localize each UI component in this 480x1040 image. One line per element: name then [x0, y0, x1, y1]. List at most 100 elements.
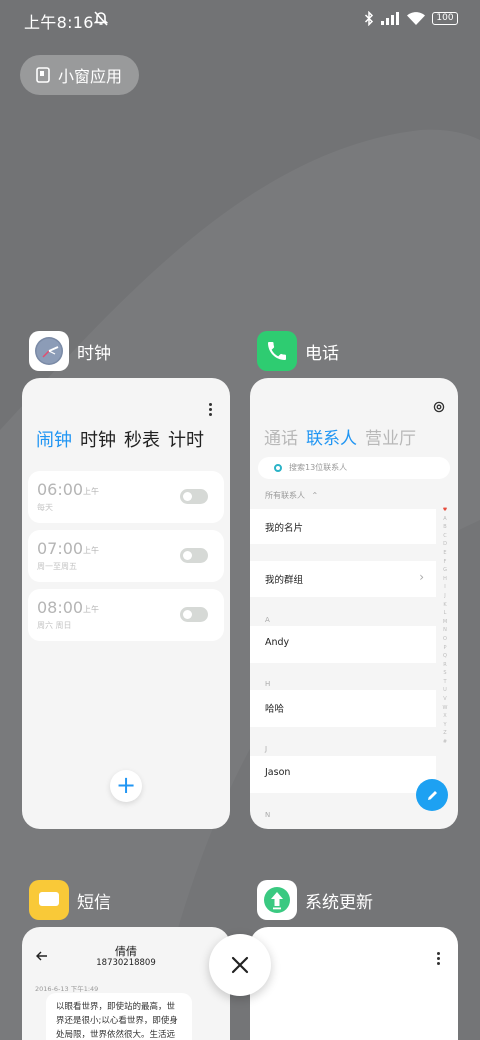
alarm-time: 06:00 — [37, 480, 84, 499]
message-line: 界还是很小;以心看世界，即使身 — [56, 1016, 178, 1026]
alphabet-letter[interactable]: E — [442, 549, 448, 558]
tab-contacts[interactable]: 联系人 — [306, 424, 357, 449]
alphabet-letter[interactable]: M — [442, 618, 448, 627]
alarm-ampm: 上午 — [83, 546, 99, 555]
message-line: 以眼看世界，即使站的最高，世 — [56, 1002, 176, 1012]
alarm-ampm: 上午 — [83, 605, 99, 614]
clear-all-button[interactable] — [209, 934, 271, 996]
alarm-time: 08:00 — [37, 598, 84, 617]
alphabet-letter[interactable]: A — [442, 515, 448, 524]
sms-timestamp: 2016-6-13 下午1:49 — [35, 985, 99, 993]
all-contacts-filter[interactable]: 所有联系人 ⌃ — [265, 490, 318, 501]
alphabet-letter[interactable]: Q — [442, 652, 448, 661]
tab-service-hall[interactable]: 营业厅 — [365, 424, 416, 449]
alphabet-letter[interactable]: Z — [442, 729, 448, 738]
alphabet-letter[interactable]: B — [442, 523, 448, 532]
add-alarm-button[interactable]: + — [110, 770, 142, 802]
alphabet-letter[interactable]: H — [442, 575, 448, 584]
sms-contact-name: 倩倩 — [115, 945, 137, 958]
message-bubble: 以眼看世界，即使站的最高，世 界还是很小;以心看世界，即使身 处局限，世界依然很… — [46, 993, 192, 1040]
sms-app-card[interactable]: 倩倩 18730218809 2016-6-13 下午1:49 以眼看世界，即使… — [22, 927, 230, 1040]
alphabet-letter[interactable]: T — [442, 678, 448, 687]
alarm-row[interactable]: 08:00 上午 周六 周日 — [28, 589, 224, 641]
phone-app-header[interactable]: 电话 — [257, 331, 339, 371]
alarm-row[interactable]: 07:00 上午 周一至周五 — [28, 530, 224, 582]
alphabet-letter[interactable]: D — [442, 540, 448, 549]
alphabet-letter[interactable]: W — [442, 704, 448, 713]
more-options-icon[interactable] — [209, 403, 213, 416]
chevron-updown-icon: ⌃ — [311, 491, 319, 500]
contact-row[interactable]: 哈哈 — [250, 690, 436, 727]
tab-alarm[interactable]: 闹钟 — [36, 426, 72, 452]
settings-gear-icon[interactable] — [433, 401, 445, 413]
chevron-right-icon: › — [419, 570, 424, 584]
alarm-ampm: 上午 — [83, 487, 99, 496]
favorites-heart-icon[interactable]: ♥ — [442, 506, 448, 515]
mini-window-apps-button[interactable]: 小窗应用 — [20, 55, 139, 95]
clock-app-header[interactable]: 时钟 — [29, 331, 111, 371]
alphabet-letter[interactable]: L — [442, 609, 448, 618]
tab-stopwatch[interactable]: 秒表 — [124, 426, 160, 452]
contact-name: 我的名片 — [265, 523, 304, 534]
section-letter: N — [265, 811, 271, 819]
alarm-repeat: 每天 — [37, 503, 53, 512]
phone-app-card[interactable]: 通话 联系人 营业厅 搜索13位联系人 所有联系人 ⌃ 我的名片 我的群组 › … — [250, 378, 458, 829]
wifi-icon — [407, 12, 425, 25]
alarm-toggle[interactable] — [180, 607, 208, 622]
tab-clock[interactable]: 时钟 — [80, 426, 116, 452]
alphabet-letter[interactable]: G — [442, 566, 448, 575]
bell-off-icon — [94, 11, 108, 26]
status-time: 上午8:16 — [24, 13, 94, 32]
contact-search-input[interactable]: 搜索13位联系人 — [258, 457, 450, 479]
battery-indicator: 100 — [432, 12, 458, 25]
mini-window-icon — [36, 67, 50, 83]
close-icon — [231, 956, 249, 974]
contact-name: Andy — [265, 637, 290, 648]
mini-window-label: 小窗应用 — [58, 67, 123, 86]
contact-name: Jason — [265, 767, 291, 778]
alarm-time: 07:00 — [37, 539, 84, 558]
alphabet-letter[interactable]: N — [442, 626, 448, 635]
alphabet-letter[interactable]: V — [442, 695, 448, 704]
update-app-header[interactable]: 系统更新 — [257, 880, 373, 920]
contact-name: 哈哈 — [265, 704, 285, 715]
sms-app-header[interactable]: 短信 — [29, 880, 111, 920]
alphabet-letter[interactable]: X — [442, 712, 448, 721]
search-icon — [274, 464, 282, 472]
alarm-row[interactable]: 06:00 上午 每天 — [28, 471, 224, 523]
alarm-toggle[interactable] — [180, 548, 208, 563]
tab-calls[interactable]: 通话 — [264, 424, 298, 449]
update-app-card[interactable] — [250, 927, 458, 1040]
alphabet-letter[interactable]: F — [442, 558, 448, 567]
sms-app-name: 短信 — [77, 892, 111, 913]
sms-app-icon — [29, 880, 69, 920]
status-bar: 上午8:16 100 — [0, 0, 480, 38]
clock-app-card[interactable]: 闹钟 时钟 秒表 计时 06:00 上午 每天 07:00 上午 周一至周五 0… — [22, 378, 230, 829]
tab-timer[interactable]: 计时 — [168, 426, 204, 452]
phone-tabs: 通话 联系人 营业厅 — [264, 424, 416, 449]
alphabet-letter[interactable]: # — [442, 738, 448, 747]
alarm-toggle[interactable] — [180, 489, 208, 504]
alphabet-letter[interactable]: O — [442, 635, 448, 644]
update-app-icon — [257, 880, 297, 920]
my-card-row[interactable]: 我的名片 — [250, 509, 436, 544]
alphabet-letter[interactable]: I — [442, 583, 448, 592]
alphabet-letter[interactable]: S — [442, 669, 448, 678]
my-groups-row[interactable]: 我的群组 › — [250, 561, 436, 597]
sms-contact-number: 18730218809 — [96, 958, 156, 968]
alarm-repeat: 周一至周五 — [37, 562, 77, 571]
clock-app-name: 时钟 — [77, 343, 111, 364]
new-contact-button[interactable] — [416, 779, 448, 811]
alphabet-letter[interactable]: K — [442, 601, 448, 610]
alphabet-letter[interactable]: Y — [442, 721, 448, 730]
alphabet-letter[interactable]: C — [442, 532, 448, 541]
contact-row[interactable]: Jason — [250, 756, 436, 793]
contact-row[interactable]: Andy — [250, 626, 436, 663]
alphabet-letter[interactable]: U — [442, 686, 448, 695]
alarm-repeat: 周六 周日 — [37, 621, 72, 630]
more-options-icon[interactable] — [437, 952, 441, 965]
alphabet-index[interactable]: ♥ A B C D E F G H I J K L M N O P Q R S T U V W X Y Z # — [442, 506, 448, 747]
alphabet-letter[interactable]: P — [442, 644, 448, 653]
alphabet-letter[interactable]: R — [442, 661, 448, 670]
alphabet-letter[interactable]: J — [442, 592, 448, 601]
